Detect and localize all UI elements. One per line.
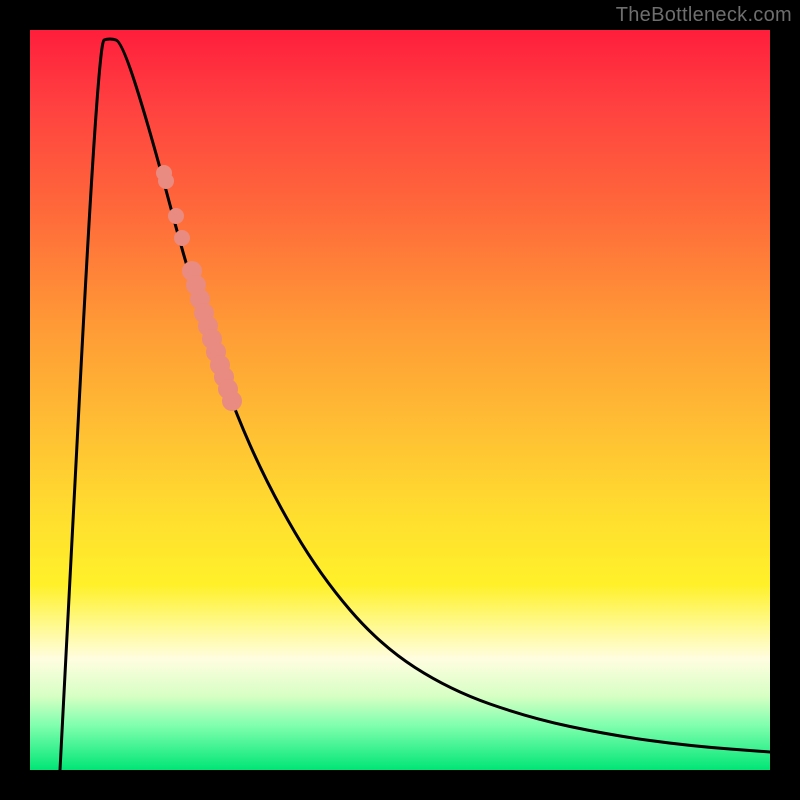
bottleneck-curve [60,39,770,770]
chart-svg [30,30,770,770]
watermark-text: TheBottleneck.com [616,4,792,27]
chart-frame: TheBottleneck.com [0,0,800,800]
plot-area [30,30,770,770]
